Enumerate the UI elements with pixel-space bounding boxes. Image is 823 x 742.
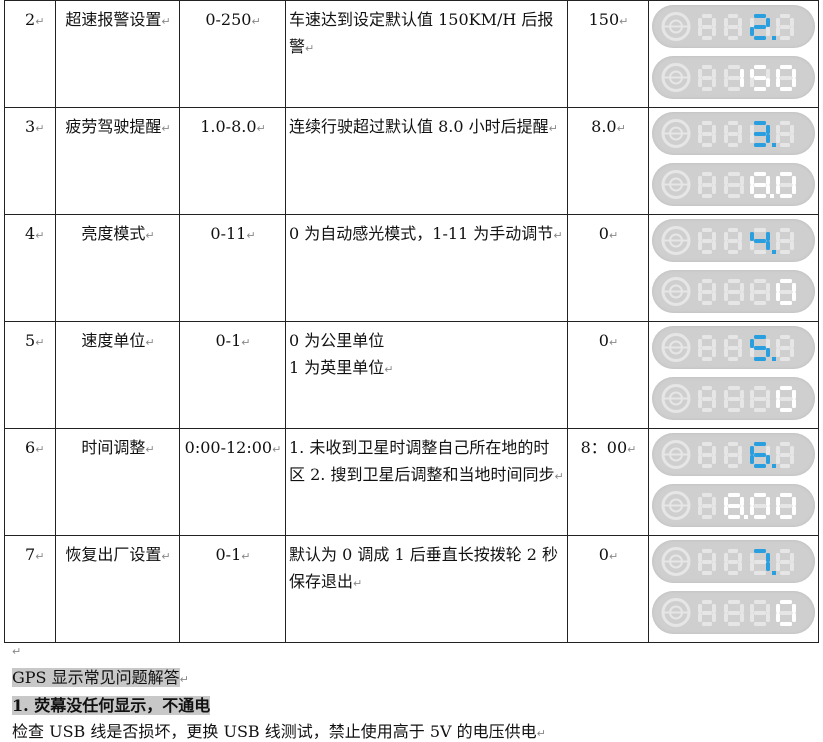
setting-name: 速度单位↵ xyxy=(55,321,180,429)
settings-table: 2↵ 超速报警设置↵ 0-250↵ 车速达到设定默认值 150KM/H 后报警↵… xyxy=(4,0,819,643)
display-value-panel xyxy=(652,270,815,313)
setting-description: 默认为 0 调成 1 后垂直长按拨轮 2 秒保存退出↵ xyxy=(285,535,568,643)
setting-description: 1. 未收到卫星时调整自己所在地的时区 2. 搜到卫星后调整和当地时间同步↵ xyxy=(285,428,568,536)
table-row: 2↵ 超速报警设置↵ 0-250↵ 车速达到设定默认值 150KM/H 后报警↵… xyxy=(4,0,819,108)
display-code-panel xyxy=(652,112,815,155)
display-code-panel xyxy=(652,219,815,262)
display-code-panel xyxy=(652,326,815,369)
display-images xyxy=(648,107,819,215)
display-code-panel xyxy=(652,433,815,476)
setting-name: 超速报警设置↵ xyxy=(55,0,180,108)
display-images xyxy=(648,321,819,429)
setting-range: 0-1↵ xyxy=(179,535,286,643)
setting-description: 车速达到设定默认值 150KM/H 后报警↵ xyxy=(285,0,568,108)
table-row: 5↵ 速度单位↵ 0-1↵ 0 为公里单位 1 为英里单位↵ 0↵ xyxy=(4,321,819,429)
setting-default: 8.0↵ xyxy=(567,107,649,215)
setting-name: 恢复出厂设置↵ xyxy=(55,535,180,643)
display-value-panel xyxy=(652,56,815,99)
display-images xyxy=(648,428,819,536)
row-number: 5↵ xyxy=(4,321,56,429)
faq-question-1: 1. 荧幕没任何显示，不通电 xyxy=(12,696,211,715)
display-value-panel xyxy=(652,484,815,527)
setting-range: 0-250↵ xyxy=(179,0,286,108)
setting-default: 8：00↵ xyxy=(567,428,649,536)
display-code-panel xyxy=(652,540,815,583)
setting-range: 1.0-8.0↵ xyxy=(179,107,286,215)
row-number: 7↵ xyxy=(4,535,56,643)
table-row: 7↵ 恢复出厂设置↵ 0-1↵ 默认为 0 调成 1 后垂直长按拨轮 2 秒保存… xyxy=(4,535,819,643)
row-number: 2↵ xyxy=(4,0,56,108)
setting-range: 0:00-12:00↵ xyxy=(179,428,286,536)
display-value-panel xyxy=(652,591,815,634)
table-row: 4↵ 亮度模式↵ 0-11↵ 0 为自动感光模式，1-11 为手动调节↵ 0↵ xyxy=(4,214,819,322)
setting-description: 0 为公里单位 1 为英里单位↵ xyxy=(285,321,568,429)
display-images xyxy=(648,535,819,643)
setting-range: 0-11↵ xyxy=(179,214,286,322)
setting-default: 0↵ xyxy=(567,535,649,643)
display-value-panel xyxy=(652,377,815,420)
table-row: 6↵ 时间调整↵ 0:00-12:00↵ 1. 未收到卫星时调整自己所在地的时区… xyxy=(4,428,819,536)
setting-range: 0-1↵ xyxy=(179,321,286,429)
setting-name: 疲劳驾驶提醒↵ xyxy=(55,107,180,215)
setting-description: 0 为自动感光模式，1-11 为手动调节↵ xyxy=(285,214,568,322)
table-row: 3↵ 疲劳驾驶提醒↵ 1.0-8.0↵ 连续行驶超过默认值 8.0 小时后提醒↵… xyxy=(4,107,819,215)
setting-default: 0↵ xyxy=(567,321,649,429)
para-mark: ↵ xyxy=(12,645,22,658)
setting-name: 亮度模式↵ xyxy=(55,214,180,322)
setting-name: 时间调整↵ xyxy=(55,428,180,536)
row-number: 3↵ xyxy=(4,107,56,215)
row-number: 6↵ xyxy=(4,428,56,536)
display-images xyxy=(648,214,819,322)
display-value-panel xyxy=(652,163,815,206)
faq-title: GPS 显示常见问题解答↵ xyxy=(12,668,189,687)
faq-answer-1: 检查 USB 线是否损坏，更换 USB 线测试，禁止使用高于 5V 的电压供电↵ xyxy=(12,722,546,741)
display-images xyxy=(648,0,819,108)
row-number: 4↵ xyxy=(4,214,56,322)
setting-default: 150↵ xyxy=(567,0,649,108)
display-code-panel xyxy=(652,5,815,48)
setting-default: 0↵ xyxy=(567,214,649,322)
setting-description: 连续行驶超过默认值 8.0 小时后提醒↵ xyxy=(285,107,568,215)
